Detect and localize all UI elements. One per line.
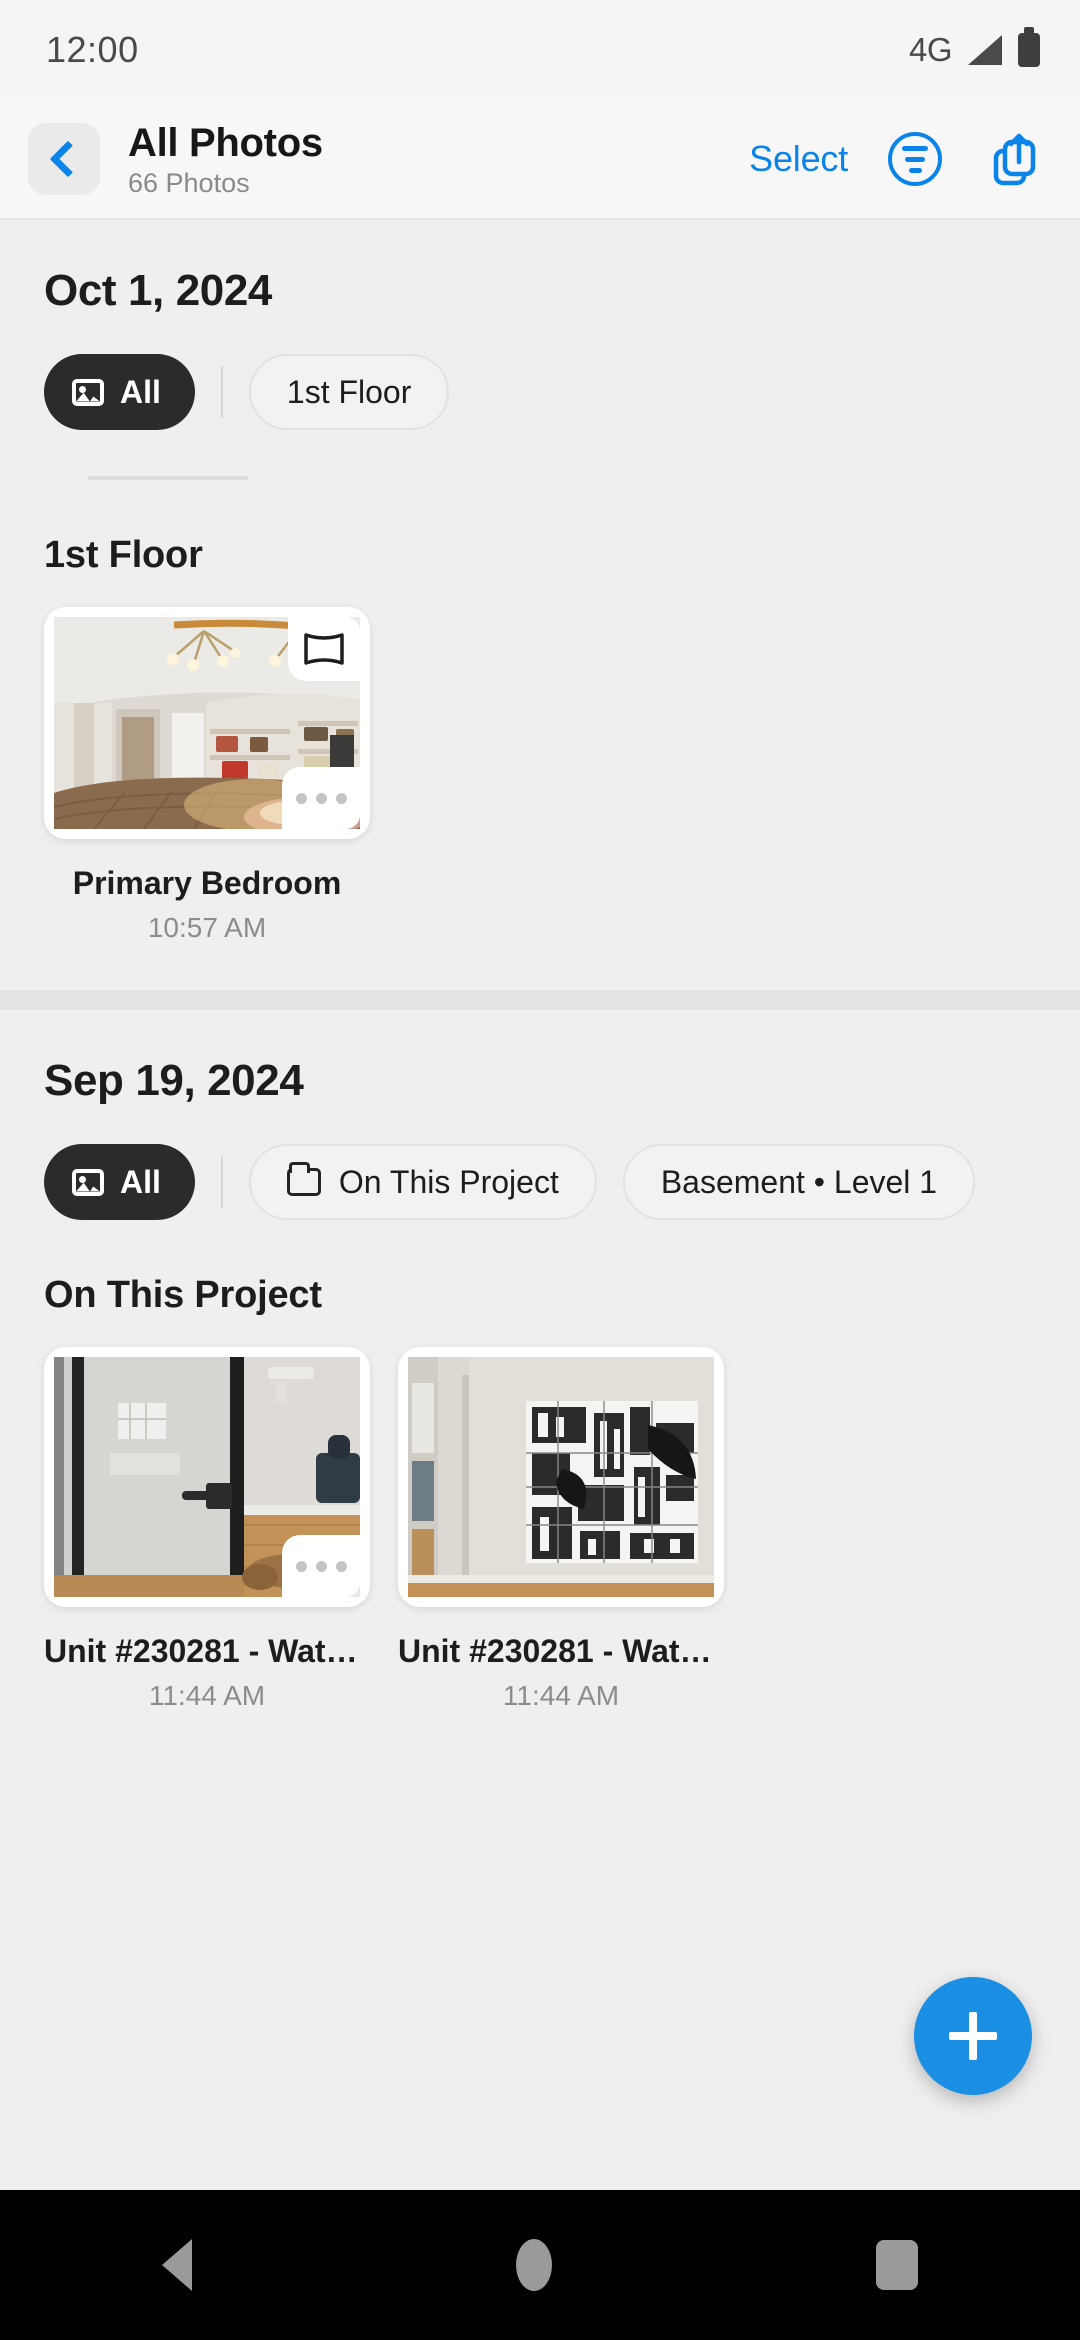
- date-section: Sep 19, 2024 All On This Project Basemen…: [0, 1010, 1080, 1712]
- chip-1st-floor[interactable]: 1st Floor: [248, 354, 450, 430]
- group-heading: 1st Floor: [44, 534, 203, 576]
- nav-home-circle-icon[interactable]: [516, 2239, 552, 2291]
- filter-circle-icon[interactable]: [888, 132, 942, 186]
- image-icon: [72, 378, 104, 406]
- chevron-left-icon: [49, 140, 86, 178]
- dot: [315, 792, 327, 804]
- photo-card[interactable]: Primary Bedroom 10:57 AM: [44, 607, 370, 944]
- group-heading: On This Project: [44, 1274, 322, 1316]
- photo-card-row: Unit #230281 - Water - ... 11:44 AM: [0, 1317, 1080, 1712]
- filter-line-2: [905, 156, 925, 162]
- dot: [335, 792, 347, 804]
- plus-icon-vertical: [969, 2012, 977, 2060]
- chip-label: Basement • Level 1: [660, 1163, 938, 1200]
- filter-line-3: [908, 167, 922, 173]
- photo-card-row: Primary Bedroom 10:57 AM: [0, 577, 1080, 944]
- nav-back-triangle-icon[interactable]: [162, 2239, 192, 2291]
- photo-card[interactable]: Unit #230281 - Water - ... 11:44 AM: [44, 1347, 370, 1712]
- add-photo-fab[interactable]: [914, 1977, 1032, 2095]
- photo-caption: Primary Bedroom: [72, 865, 342, 901]
- photo-thumbnail[interactable]: [408, 1357, 714, 1597]
- battery-full-icon: [1018, 27, 1040, 67]
- app-bar-actions: Select: [749, 130, 1050, 188]
- filter-chip-row[interactable]: All On This Project Basement • Level 1: [0, 1106, 1080, 1220]
- more-options-icon[interactable]: [282, 767, 360, 829]
- photo-card[interactable]: Unit #230281 - Water - ... 11:44 AM: [398, 1347, 724, 1712]
- chip-label: On This Project: [338, 1163, 559, 1200]
- chip-label: All: [120, 373, 161, 410]
- more-options-icon[interactable]: [282, 1535, 360, 1597]
- share-upload-icon[interactable]: [982, 130, 1038, 188]
- filter-chip-row[interactable]: All 1st Floor: [0, 316, 1080, 430]
- status-indicators: 4G: [908, 27, 1040, 69]
- image-icon: [72, 1168, 104, 1196]
- network-label: 4G: [908, 31, 953, 68]
- chip-label: All: [120, 1163, 161, 1200]
- folder-icon: [286, 1162, 321, 1196]
- photo-count-label: 66 Photos: [128, 167, 250, 198]
- photo-caption: Unit #230281 - Water - ...: [398, 1633, 724, 1669]
- dot: [295, 1560, 307, 1572]
- dot: [335, 1560, 347, 1572]
- photo-frame[interactable]: [398, 1347, 724, 1607]
- date-heading: Oct 1, 2024: [44, 266, 272, 315]
- chip-label: 1st Floor: [286, 373, 412, 410]
- page-title: All Photos: [128, 120, 323, 165]
- chip-on-this-project[interactable]: On This Project: [248, 1144, 597, 1220]
- date-heading: Sep 19, 2024: [44, 1056, 304, 1105]
- section-divider: [0, 990, 1080, 1010]
- dot: [295, 792, 307, 804]
- app-root: 12:00 4G All Photos 66 Photos Select Oct…: [0, 0, 1080, 2340]
- photo-time: 11:44 AM: [502, 1680, 620, 1711]
- android-nav-bar: [0, 2190, 1080, 2340]
- signal-triangle-icon: [968, 35, 1002, 65]
- photo-frame[interactable]: [44, 1347, 370, 1607]
- photo-caption: Unit #230281 - Water - ...: [44, 1633, 370, 1669]
- title-block: All Photos 66 Photos: [128, 122, 323, 197]
- card-spacer: [370, 1347, 398, 1712]
- nav-recents-square-icon[interactable]: [876, 2240, 918, 2290]
- photo-frame[interactable]: [44, 607, 370, 839]
- app-bar: All Photos 66 Photos Select: [0, 100, 1080, 220]
- select-button[interactable]: Select: [749, 138, 848, 180]
- chip-divider: [220, 366, 223, 418]
- chip-basement-level-1[interactable]: Basement • Level 1: [622, 1144, 976, 1220]
- status-bar: 12:00 4G: [0, 0, 1080, 100]
- photo-time: 10:57 AM: [147, 912, 267, 943]
- chip-all[interactable]: All: [44, 354, 195, 430]
- dot: [315, 1560, 327, 1572]
- panorama-icon: [288, 617, 360, 681]
- photo-time: 11:44 AM: [148, 1680, 266, 1711]
- filter-line-1: [902, 145, 928, 151]
- status-time: 12:00: [46, 29, 139, 70]
- back-button[interactable]: [28, 123, 100, 195]
- date-section: Oct 1, 2024 All 1st Floor 1st Floor Prim…: [0, 220, 1080, 1010]
- photo-feed[interactable]: Oct 1, 2024 All 1st Floor 1st Floor Prim…: [0, 220, 1080, 2190]
- chip-divider: [220, 1156, 223, 1208]
- chip-all[interactable]: All: [44, 1144, 195, 1220]
